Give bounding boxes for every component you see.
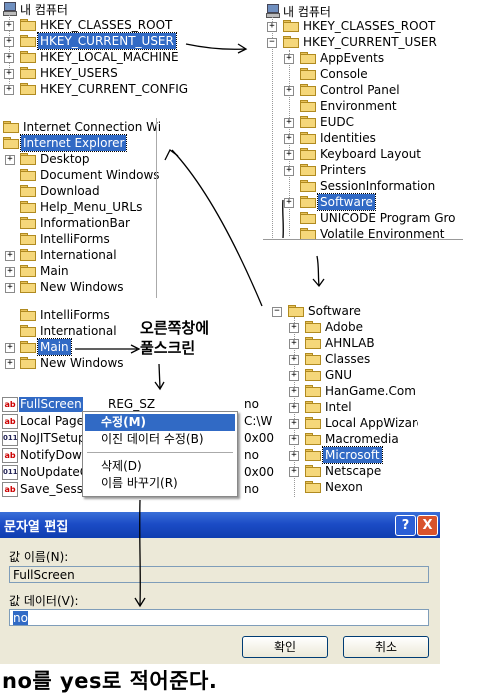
annotation-arrows (75, 43, 325, 608)
